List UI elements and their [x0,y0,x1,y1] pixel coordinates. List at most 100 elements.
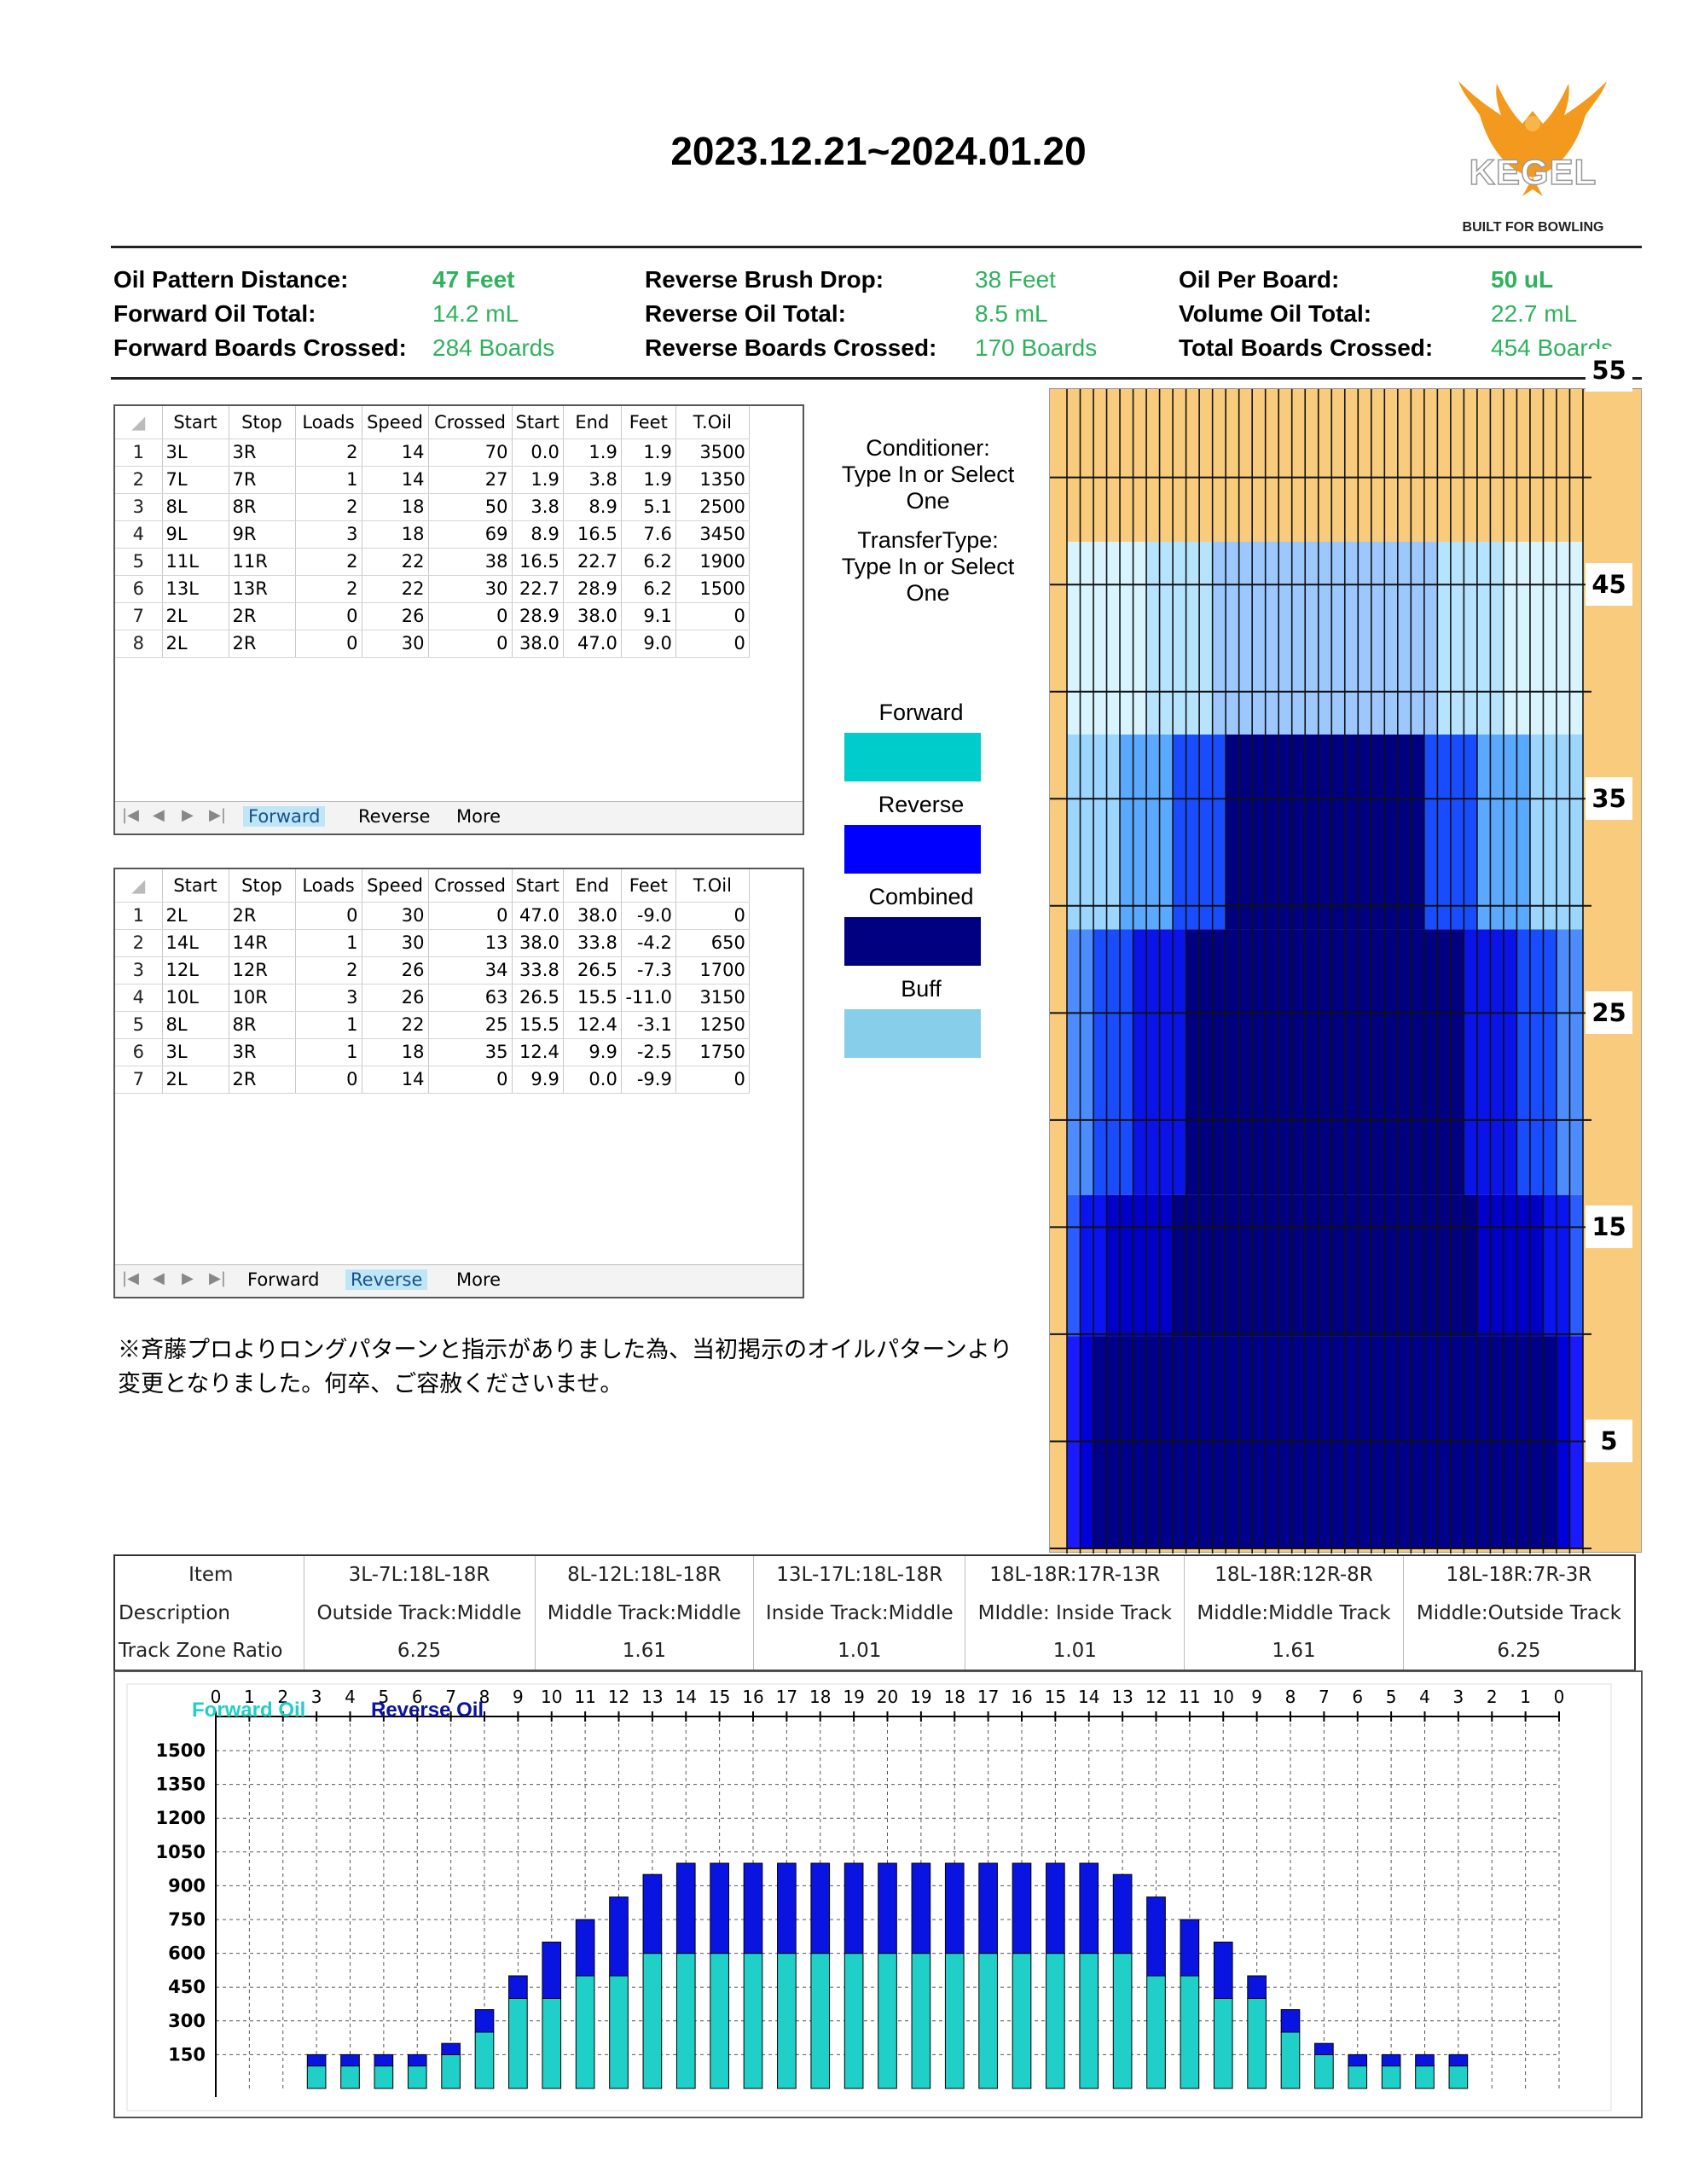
tab-forward[interactable]: Forward [247,1269,319,1290]
row-number[interactable]: 1 [115,439,163,467]
row-number[interactable]: 2 [115,466,163,494]
table-cell[interactable]: 1.9 [512,466,564,494]
table-cell[interactable]: 34 [428,956,513,985]
table-cell[interactable]: 14 [362,1066,429,1094]
table-cell[interactable]: 33.8 [512,956,564,985]
tab-reverse[interactable]: Reverse [358,806,430,827]
tab-forward[interactable]: Forward [243,806,326,827]
table-row[interactable]: 5 11L 11R 2 22 38 16.5 22.7 6.2 1900 [115,548,750,576]
table-cell[interactable]: 2R [229,902,296,930]
corner-cell[interactable]: ◢ [115,869,163,903]
corner-cell[interactable]: ◢ [115,406,163,439]
table-cell[interactable]: 26 [362,956,429,985]
table-cell[interactable]: 0.0 [512,439,564,467]
table-cell[interactable]: 30 [362,929,429,957]
row-number[interactable]: 6 [115,1038,163,1066]
table-cell[interactable]: 0 [675,602,750,630]
table-cell[interactable]: 12.4 [563,1011,622,1039]
row-number[interactable]: 5 [115,1011,163,1039]
table-cell[interactable]: 6.2 [621,575,676,603]
table-cell[interactable]: 2 [295,548,362,576]
row-number[interactable]: 7 [115,602,163,630]
table-cell[interactable]: 0.0 [563,1066,622,1094]
table-cell[interactable]: 9R [229,520,296,549]
table-cell[interactable]: -4.2 [621,929,676,957]
table-cell[interactable]: 9.1 [621,602,676,630]
last-sheet-icon[interactable]: ▶| [209,806,226,824]
table-cell[interactable]: 22 [362,1011,429,1039]
row-number[interactable]: 7 [115,1066,163,1094]
table-cell[interactable]: 38.0 [512,929,564,957]
table-cell[interactable]: 8R [229,1011,296,1039]
table-cell[interactable]: 1500 [675,575,750,603]
table-cell[interactable]: 9L [162,520,229,549]
table-cell[interactable]: 7R [229,466,296,494]
column-header[interactable]: Loads [295,406,362,439]
column-header[interactable]: Stop [229,406,296,439]
first-sheet-icon[interactable]: |◀ [122,806,139,824]
table-cell[interactable]: 63 [428,984,513,1012]
row-number[interactable]: 1 [115,902,163,930]
table-cell[interactable]: 1 [295,929,362,957]
table-row[interactable]: 6 13L 13R 2 22 30 22.7 28.9 6.2 1500 [115,575,750,603]
table-cell[interactable]: 9.0 [621,630,676,658]
table-cell[interactable]: -9.9 [621,1066,676,1094]
table-cell[interactable]: 0 [295,602,362,630]
column-header[interactable]: Start [162,869,229,903]
last-sheet-icon[interactable]: ▶| [209,1269,226,1287]
row-number[interactable]: 2 [115,929,163,957]
table-cell[interactable]: 2R [229,630,296,658]
table-cell[interactable]: 22.7 [563,548,622,576]
table-cell[interactable]: 38.0 [563,602,622,630]
table-row[interactable]: 6 3L 3R 1 18 35 12.4 9.9 -2.5 1750 [115,1038,750,1066]
table-cell[interactable]: 16.5 [512,548,564,576]
table-cell[interactable]: 14 [362,439,429,467]
row-number[interactable]: 8 [115,630,163,658]
table-cell[interactable]: 9.9 [563,1038,622,1066]
table-cell[interactable]: 12R [229,956,296,985]
first-sheet-icon[interactable]: |◀ [122,1269,139,1287]
table-cell[interactable]: -9.0 [621,902,676,930]
table-cell[interactable]: -7.3 [621,956,676,985]
table-cell[interactable]: 11R [229,548,296,576]
table-cell[interactable]: 18 [362,520,429,549]
table-cell[interactable]: 9.9 [512,1066,564,1094]
table-cell[interactable]: 0 [295,1066,362,1094]
table-cell[interactable]: 1750 [675,1038,750,1066]
table-cell[interactable]: 22.7 [512,575,564,603]
table-cell[interactable]: 10R [229,984,296,1012]
table-cell[interactable]: 3 [295,520,362,549]
table-cell[interactable]: 5.1 [621,493,676,521]
table-row[interactable]: 7 2L 2R 0 26 0 28.9 38.0 9.1 0 [115,602,750,630]
table-cell[interactable]: 47.0 [563,630,622,658]
table-cell[interactable]: 0 [675,630,750,658]
table-cell[interactable]: 26.5 [563,956,622,985]
table-cell[interactable]: 1 [295,1011,362,1039]
table-cell[interactable]: 38.0 [512,630,564,658]
table-cell[interactable]: 2R [229,1066,296,1094]
table-row[interactable]: 3 8L 8R 2 18 50 3.8 8.9 5.1 2500 [115,493,750,521]
table-cell[interactable]: 2 [295,439,362,467]
table-cell[interactable]: 50 [428,493,513,521]
table-cell[interactable]: 13 [428,929,513,957]
table-cell[interactable]: 27 [428,466,513,494]
table-cell[interactable]: 3150 [675,984,750,1012]
table-cell[interactable]: 10L [162,984,229,1012]
table-cell[interactable]: 0 [428,602,513,630]
table-cell[interactable]: 650 [675,929,750,957]
table-cell[interactable]: 13R [229,575,296,603]
table-cell[interactable]: 3500 [675,439,750,467]
table-cell[interactable]: 0 [295,902,362,930]
column-header[interactable]: Start [512,869,564,903]
table-cell[interactable]: 18 [362,493,429,521]
column-header[interactable]: Start [512,406,564,439]
next-sheet-icon[interactable]: ▶ [182,1269,194,1287]
table-cell[interactable]: 8L [162,493,229,521]
table-cell[interactable]: 0 [295,630,362,658]
table-cell[interactable]: 2L [162,1066,229,1094]
table-row[interactable]: 2 14L 14R 1 30 13 38.0 33.8 -4.2 650 [115,929,750,957]
table-cell[interactable]: 14 [362,466,429,494]
table-cell[interactable]: 14R [229,929,296,957]
column-header[interactable]: Feet [621,406,676,439]
column-header[interactable]: End [563,406,622,439]
